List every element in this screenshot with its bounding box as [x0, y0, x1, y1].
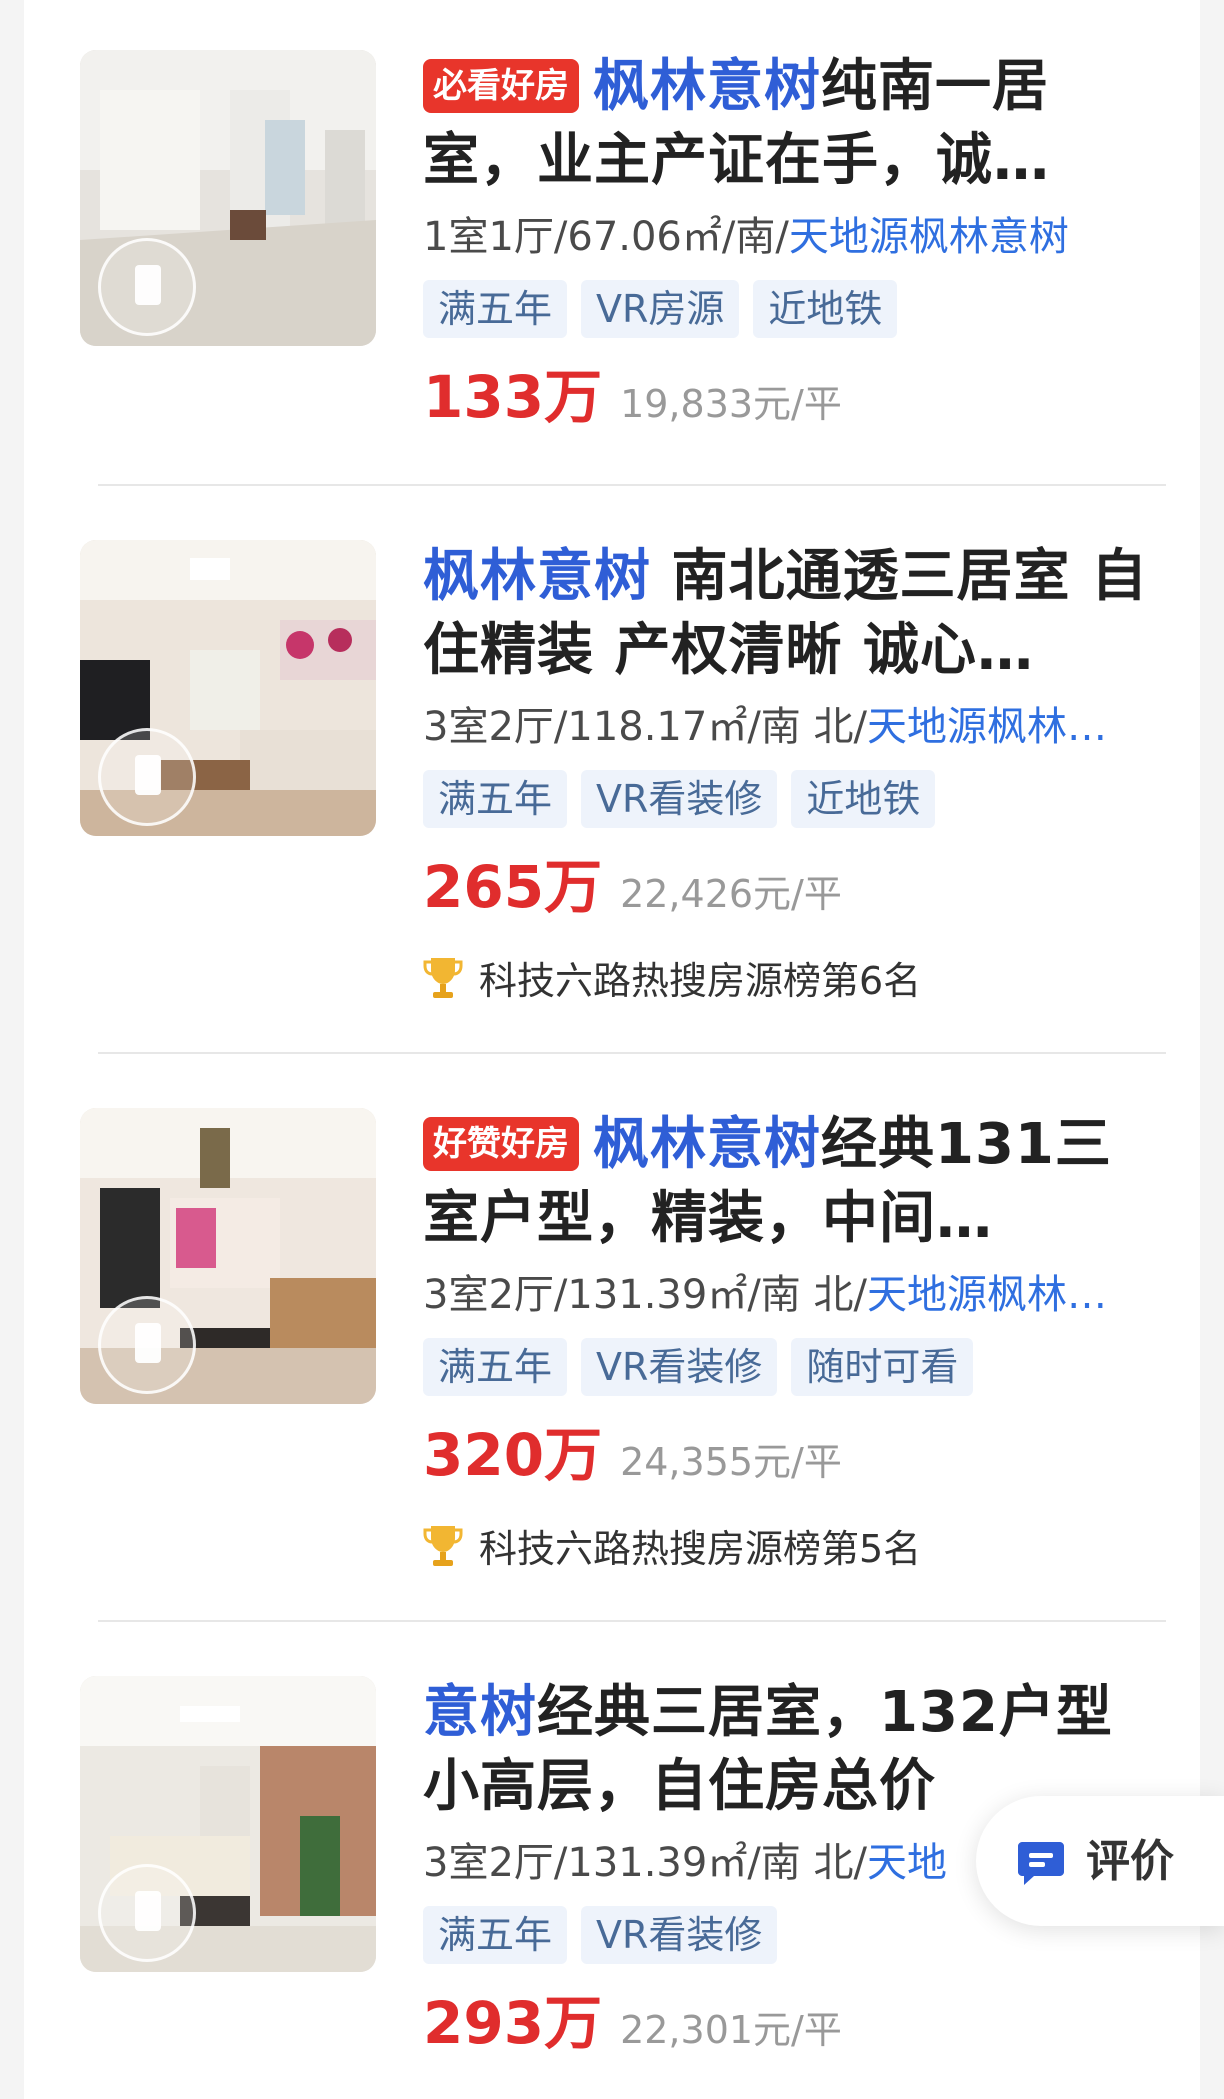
unit-price: 22,426元/平 [620, 872, 842, 916]
vr-tour-icon[interactable] [98, 1864, 196, 1962]
divider [98, 484, 1166, 486]
unit-price: 19,833元/平 [620, 382, 842, 426]
must-see-badge: 必看好房 [423, 59, 579, 113]
tag: VR房源 [581, 280, 740, 338]
listing-photo[interactable] [80, 1108, 376, 1404]
community-name: 枫林意树 [593, 54, 821, 119]
layout-text: 3室2厅/131.39㎡/南 北/ [423, 1272, 868, 1318]
hot-rank[interactable]: 科技六路热搜房源榜第6名 [423, 954, 1148, 1006]
total-price: 133万 [423, 363, 603, 431]
listing-title[interactable]: 枫林意树 南北通透三居室 自住精装 产权清晰 诚心… [423, 540, 1148, 688]
total-price: 320万 [423, 1421, 603, 1489]
price-row: 320万 24,355元/平 [423, 1418, 1148, 1492]
trophy-icon [423, 1526, 463, 1566]
rank-text: 科技六路热搜房源榜第5名 [479, 1527, 922, 1571]
price-row: 265万 22,426元/平 [423, 850, 1148, 924]
unit-price: 22,301元/平 [620, 2008, 842, 2052]
price-row: 133万 19,833元/平 [423, 360, 1148, 434]
review-float-button[interactable]: 评价 [976, 1796, 1224, 1926]
trophy-icon [423, 958, 463, 998]
total-price: 265万 [423, 853, 603, 921]
hot-rank[interactable]: 科技六路热搜房源榜第5名 [423, 1522, 1148, 1574]
listing-photo[interactable] [80, 50, 376, 346]
community-name: 枫林意树 [593, 1112, 821, 1177]
tag: 随时可看 [791, 1338, 974, 1396]
vr-tour-icon[interactable] [98, 728, 196, 826]
listing-title[interactable]: 必看好房 枫林意树纯南一居室，业主产证在手，诚… [423, 50, 1148, 198]
feature-tags: 满五年 VR看装修 近地铁 [423, 770, 1148, 828]
review-label: 评价 [1086, 1836, 1174, 1887]
tag: 满五年 [423, 770, 568, 828]
comment-icon [1018, 1842, 1064, 1885]
house-meta: 3室2厅/118.17㎡/南 北/天地源枫林… [423, 702, 1141, 752]
listing-photo[interactable] [80, 1676, 376, 1972]
location-link[interactable]: 天地源枫林… [867, 704, 1107, 750]
feature-tags: 满五年 VR看装修 随时可看 [423, 1338, 1148, 1396]
vr-tour-icon[interactable] [98, 238, 196, 336]
price-row: 293万 22,301元/平 [423, 1986, 1148, 2060]
divider [98, 1620, 1166, 1622]
location-link[interactable]: 天地源枫林… [867, 1272, 1107, 1318]
tag: 满五年 [423, 1338, 568, 1396]
vr-tour-icon[interactable] [98, 1296, 196, 1394]
tag: 满五年 [423, 1906, 568, 1964]
total-price: 293万 [423, 1989, 603, 2057]
listing-page: 必看好房 枫林意树纯南一居室，业主产证在手，诚… 1室1厅/67.06㎡/南/天地… [24, 0, 1200, 2099]
tag: 近地铁 [791, 770, 936, 828]
house-meta: 1室1厅/67.06㎡/南/天地源枫林意树 [423, 212, 1141, 262]
tag: 满五年 [423, 280, 568, 338]
location-link[interactable]: 天地源枫林意树 [789, 214, 1069, 260]
layout-text: 1室1厅/67.06㎡/南/ [423, 214, 789, 260]
rank-text: 科技六路热搜房源榜第6名 [479, 959, 922, 1003]
recommended-badge: 好赞好房 [423, 1117, 579, 1171]
layout-text: 3室2厅/131.39㎡/南 北/ [423, 1840, 868, 1886]
listing-info: 枫林意树 南北通透三居室 自住精装 产权清晰 诚心… 3室2厅/118.17㎡/… [423, 540, 1148, 1006]
feature-tags: 满五年 VR房源 近地铁 [423, 280, 1148, 338]
listing-info: 必看好房 枫林意树纯南一居室，业主产证在手，诚… 1室1厅/67.06㎡/南/天地… [423, 50, 1148, 434]
tag: VR看装修 [581, 1906, 778, 1964]
tag: VR看装修 [581, 770, 778, 828]
community-name: 意树 [423, 1680, 537, 1745]
unit-price: 24,355元/平 [620, 1440, 842, 1484]
community-name: 枫林意树 [423, 544, 651, 609]
house-meta: 3室2厅/131.39㎡/南 北/天地源枫林… [423, 1270, 1141, 1320]
tag: VR看装修 [581, 1338, 778, 1396]
listing-photo[interactable] [80, 540, 376, 836]
location-link[interactable]: 天地 [867, 1840, 947, 1886]
layout-text: 3室2厅/118.17㎡/南 北/ [423, 704, 868, 750]
listing-title[interactable]: 好赞好房 枫林意树经典131三室户型，精装，中间… [423, 1108, 1148, 1256]
tag: 近地铁 [753, 280, 898, 338]
listing-info: 好赞好房 枫林意树经典131三室户型，精装，中间… 3室2厅/131.39㎡/南 … [423, 1108, 1148, 1574]
divider [98, 1052, 1166, 1054]
